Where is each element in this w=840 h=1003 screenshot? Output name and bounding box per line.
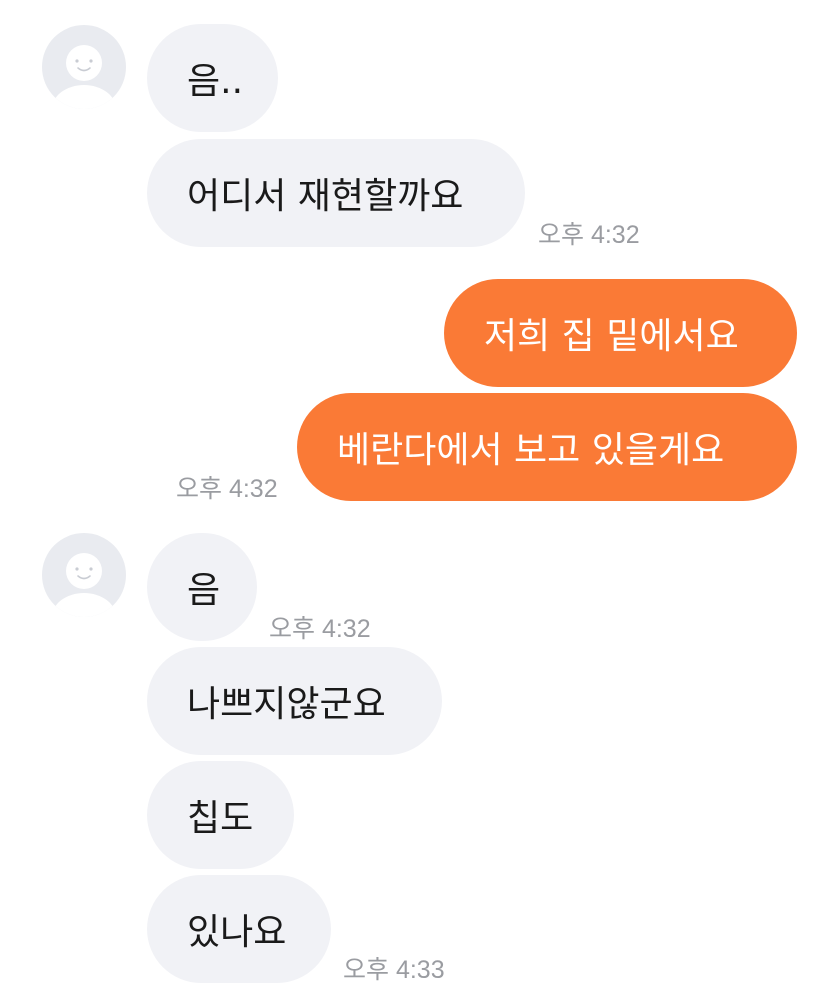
- outgoing-message-bubble[interactable]: 베란다에서 보고 있을게요: [297, 393, 797, 501]
- avatar[interactable]: [42, 533, 126, 617]
- message-timestamp: 오후 4:33: [343, 956, 445, 984]
- message-timestamp: 오후 4:32: [269, 615, 371, 643]
- incoming-message-bubble[interactable]: 어디서 재현할까요: [147, 139, 525, 247]
- message-text: 칩도: [187, 798, 254, 839]
- message-timestamp: 오후 4:32: [538, 221, 640, 249]
- avatar[interactable]: [42, 25, 126, 109]
- message-text: 있나요: [187, 912, 287, 953]
- incoming-message-bubble[interactable]: 나쁘지않군요: [147, 647, 442, 755]
- incoming-message-bubble[interactable]: 음: [147, 533, 257, 641]
- incoming-message-bubble[interactable]: 음..: [147, 24, 278, 132]
- incoming-message-bubble[interactable]: 있나요: [147, 875, 331, 983]
- outgoing-message-bubble[interactable]: 저희 집 밑에서요: [444, 279, 797, 387]
- message-text: 베란다에서 보고 있을게요: [337, 430, 725, 471]
- default-profile-icon: [52, 553, 116, 617]
- default-profile-icon: [52, 45, 116, 109]
- incoming-message-bubble[interactable]: 칩도: [147, 761, 294, 869]
- message-text: 나쁘지않군요: [187, 684, 386, 725]
- message-text: 저희 집 밑에서요: [484, 316, 739, 357]
- message-text: 음..: [187, 61, 244, 102]
- message-timestamp: 오후 4:32: [176, 475, 278, 503]
- message-text: 음: [187, 570, 221, 611]
- message-text: 어디서 재현할까요: [187, 176, 464, 217]
